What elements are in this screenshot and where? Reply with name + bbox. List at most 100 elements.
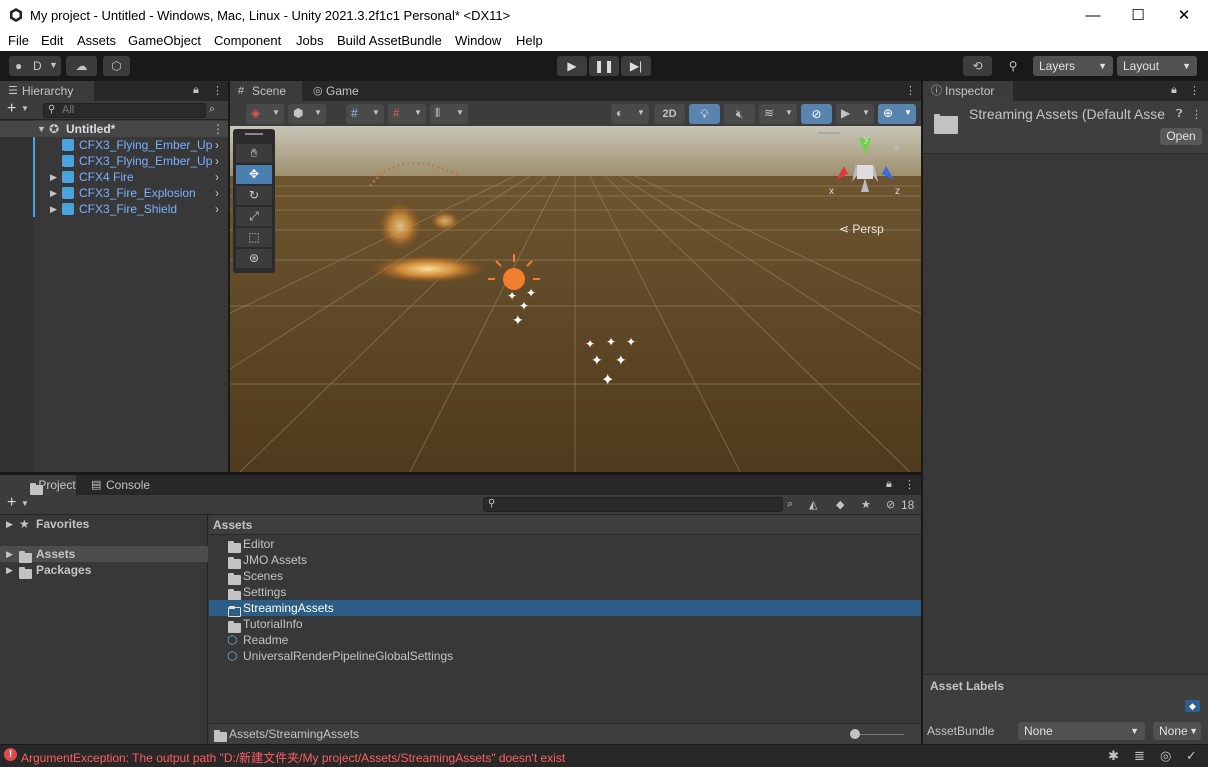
list-item[interactable]: ⬡ UniversalRenderPipelineGlobalSettings [209, 648, 921, 664]
menu-build-assetbundle[interactable]: Build AssetBundle [337, 33, 442, 48]
audio-toggle[interactable]: 🔇︎ [724, 104, 755, 124]
tree-item-packages[interactable]: ▶ Packages [0, 562, 208, 579]
move-tool-button[interactable]: ✥ [236, 165, 272, 184]
more-options-icon[interactable]: ⋮ [904, 478, 915, 491]
tab-inspector[interactable]: ⓘ Inspector [923, 81, 1013, 101]
menu-component[interactable]: Component [214, 33, 281, 48]
more-options-icon[interactable]: ⋮ [1189, 84, 1200, 97]
add-icon[interactable]: + [7, 494, 16, 512]
more-options-icon[interactable]: ⋮ [905, 84, 916, 97]
menu-file[interactable]: File [8, 33, 29, 48]
lock-icon[interactable]: 🔒︎ [886, 478, 892, 491]
help-icon[interactable]: ❓︎ [1176, 108, 1183, 121]
tab-project[interactable]: Project [0, 475, 76, 495]
chevron-right-icon[interactable]: › [215, 185, 219, 201]
tree-item-assets[interactable]: ▶ Assets [0, 546, 208, 563]
scale-tool-button[interactable]: ⤢ [236, 207, 272, 226]
chevron-right-icon[interactable]: › [215, 137, 219, 153]
pause-button[interactable]: ❚❚ [589, 56, 619, 76]
assetbundle-dropdown[interactable]: None ▼ [1018, 722, 1145, 740]
chevron-right-icon[interactable]: › [215, 201, 219, 217]
minimize-button[interactable]: — [1070, 0, 1116, 31]
cloud-button[interactable]: ☁ [66, 56, 97, 76]
chevron-down-icon[interactable]: ▼ [21, 499, 29, 508]
expand-arrow-icon[interactable]: ▶ [50, 185, 57, 201]
maximize-button[interactable]: ☐ [1115, 0, 1161, 31]
draw-mode-dropdown[interactable]: ◐ ▼ [611, 104, 649, 124]
step-button[interactable]: ▶| [621, 56, 651, 76]
expand-arrow-icon[interactable]: ▶ [6, 562, 13, 578]
account-dropdown[interactable]: ● D ▼ [9, 56, 61, 76]
list-item[interactable]: ⬡ Readme [209, 632, 921, 648]
add-icon[interactable]: + [7, 100, 16, 118]
camera-dropdown[interactable]: ▶ ▼ [836, 104, 874, 124]
icon-size-slider-thumb[interactable] [850, 729, 860, 739]
expand-arrow-icon[interactable]: ▼ [37, 121, 46, 137]
label-icon[interactable]: ◆ [836, 498, 844, 511]
open-button[interactable]: Open [1160, 128, 1202, 145]
tool-handle-dropdown[interactable]: ◈ ▼ [246, 104, 284, 124]
effects-dropdown[interactable]: ≋ ▼ [759, 104, 797, 124]
menu-assets[interactable]: Assets [77, 33, 116, 48]
tab-scene[interactable]: # Scene [230, 81, 302, 101]
toggle-2d-button[interactable]: 2D [654, 104, 685, 124]
check-icon[interactable]: ✓ [1186, 748, 1197, 764]
favorites-row[interactable]: ▶ ★ Favorites [0, 516, 208, 532]
lock-icon[interactable]: 🔒︎ [1171, 84, 1177, 97]
close-button[interactable]: ✕ [1161, 0, 1207, 31]
progress-icon[interactable]: ◎ [1160, 748, 1171, 764]
menu-help[interactable]: Help [516, 33, 543, 48]
menu-edit[interactable]: Edit [41, 33, 63, 48]
lock-icon[interactable]: 🔒︎ [193, 84, 199, 97]
list-item[interactable]: JMO Assets [209, 552, 921, 569]
filter-type-icon[interactable]: ◭ [809, 498, 817, 511]
tab-hierarchy[interactable]: ☰ Hierarchy [0, 81, 94, 101]
scene-visibility-toggle[interactable]: ⊘ [801, 104, 832, 124]
expand-arrow-icon[interactable]: ▶ [50, 169, 57, 185]
play-button[interactable]: ▶ [557, 56, 587, 76]
hierarchy-item[interactable]: CFX3_Flying_Ember_Up › [0, 153, 228, 169]
chevron-down-icon[interactable]: ▼ [21, 104, 29, 113]
collab-button[interactable]: ⬡ [103, 56, 130, 76]
more-options-icon[interactable]: ⋮ [212, 121, 224, 137]
list-item-selected[interactable]: StreamingAssets [209, 600, 921, 617]
lighting-toggle[interactable]: 💡︎ [689, 104, 720, 124]
status-error-message[interactable]: ArgumentException: The output path "D:/新… [21, 749, 565, 766]
menu-jobs[interactable]: Jobs [296, 33, 323, 48]
bug-icon[interactable]: ✱ [1108, 748, 1119, 764]
list-item[interactable]: Settings [209, 584, 921, 601]
breadcrumb-assets[interactable]: Assets [213, 518, 252, 532]
layout-dropdown[interactable]: Layout ▼ [1117, 56, 1197, 76]
hierarchy-item[interactable]: CFX3_Flying_Ember_Up › [0, 137, 228, 153]
overlay-drag-handle[interactable] [245, 133, 263, 135]
layers-dropdown[interactable]: Layers ▼ [1033, 56, 1113, 76]
grid-visibility-dropdown[interactable]: # ▼ [388, 104, 426, 124]
more-options-icon[interactable]: ⋮ [212, 84, 223, 97]
tab-console[interactable]: ▤ Console [84, 475, 164, 495]
hierarchy-search-input[interactable]: ⚲ All [43, 103, 206, 118]
expand-arrow-icon[interactable]: ▶ [6, 546, 13, 562]
scene-search-icon[interactable]: ⌕ [209, 103, 215, 116]
list-item[interactable]: Editor [209, 536, 921, 553]
expand-arrow-icon[interactable]: ▶ [6, 516, 13, 532]
gizmos-dropdown[interactable]: ⊕ ▼ [878, 104, 916, 124]
undo-history-button[interactable]: ⟲ [963, 56, 992, 76]
hand-tool-button[interactable]: ✋︎ [236, 144, 272, 163]
menu-gameobject[interactable]: GameObject [128, 33, 201, 48]
list-item[interactable]: TutorialInfo [209, 616, 921, 633]
hierarchy-item[interactable]: ▶ CFX3_Fire_Shield › [0, 201, 228, 217]
chevron-right-icon[interactable]: › [215, 153, 219, 169]
menu-window[interactable]: Window [455, 33, 501, 48]
global-local-dropdown[interactable]: ⬢ ▼ [288, 104, 326, 124]
scene-viewport[interactable]: ✦ ✦ ✦ ✦ ✦ ✦ ✦ ✦ ✦ ✦ ✋︎ ✥ ↻ ⤢ ⬚ ⊛ y x z ⋖… [230, 126, 921, 472]
tab-game[interactable]: ◎ Game [304, 81, 374, 101]
rotate-tool-button[interactable]: ↻ [236, 186, 272, 205]
chevron-right-icon[interactable]: › [215, 169, 219, 185]
hidden-packages-icon[interactable]: ⊘ [886, 498, 895, 511]
scene-row[interactable]: ▼ ✪ Untitled* ⋮ [0, 121, 228, 137]
persp-toggle[interactable]: ⋖ Persp [839, 222, 884, 236]
search-by-type-icon[interactable]: ⌕ [787, 498, 793, 511]
grid-snap-dropdown[interactable]: # ▼ [346, 104, 384, 124]
increment-snap-dropdown[interactable]: ⦀ ▼ [430, 104, 468, 124]
transform-tool-button[interactable]: ⊛ [236, 249, 272, 268]
